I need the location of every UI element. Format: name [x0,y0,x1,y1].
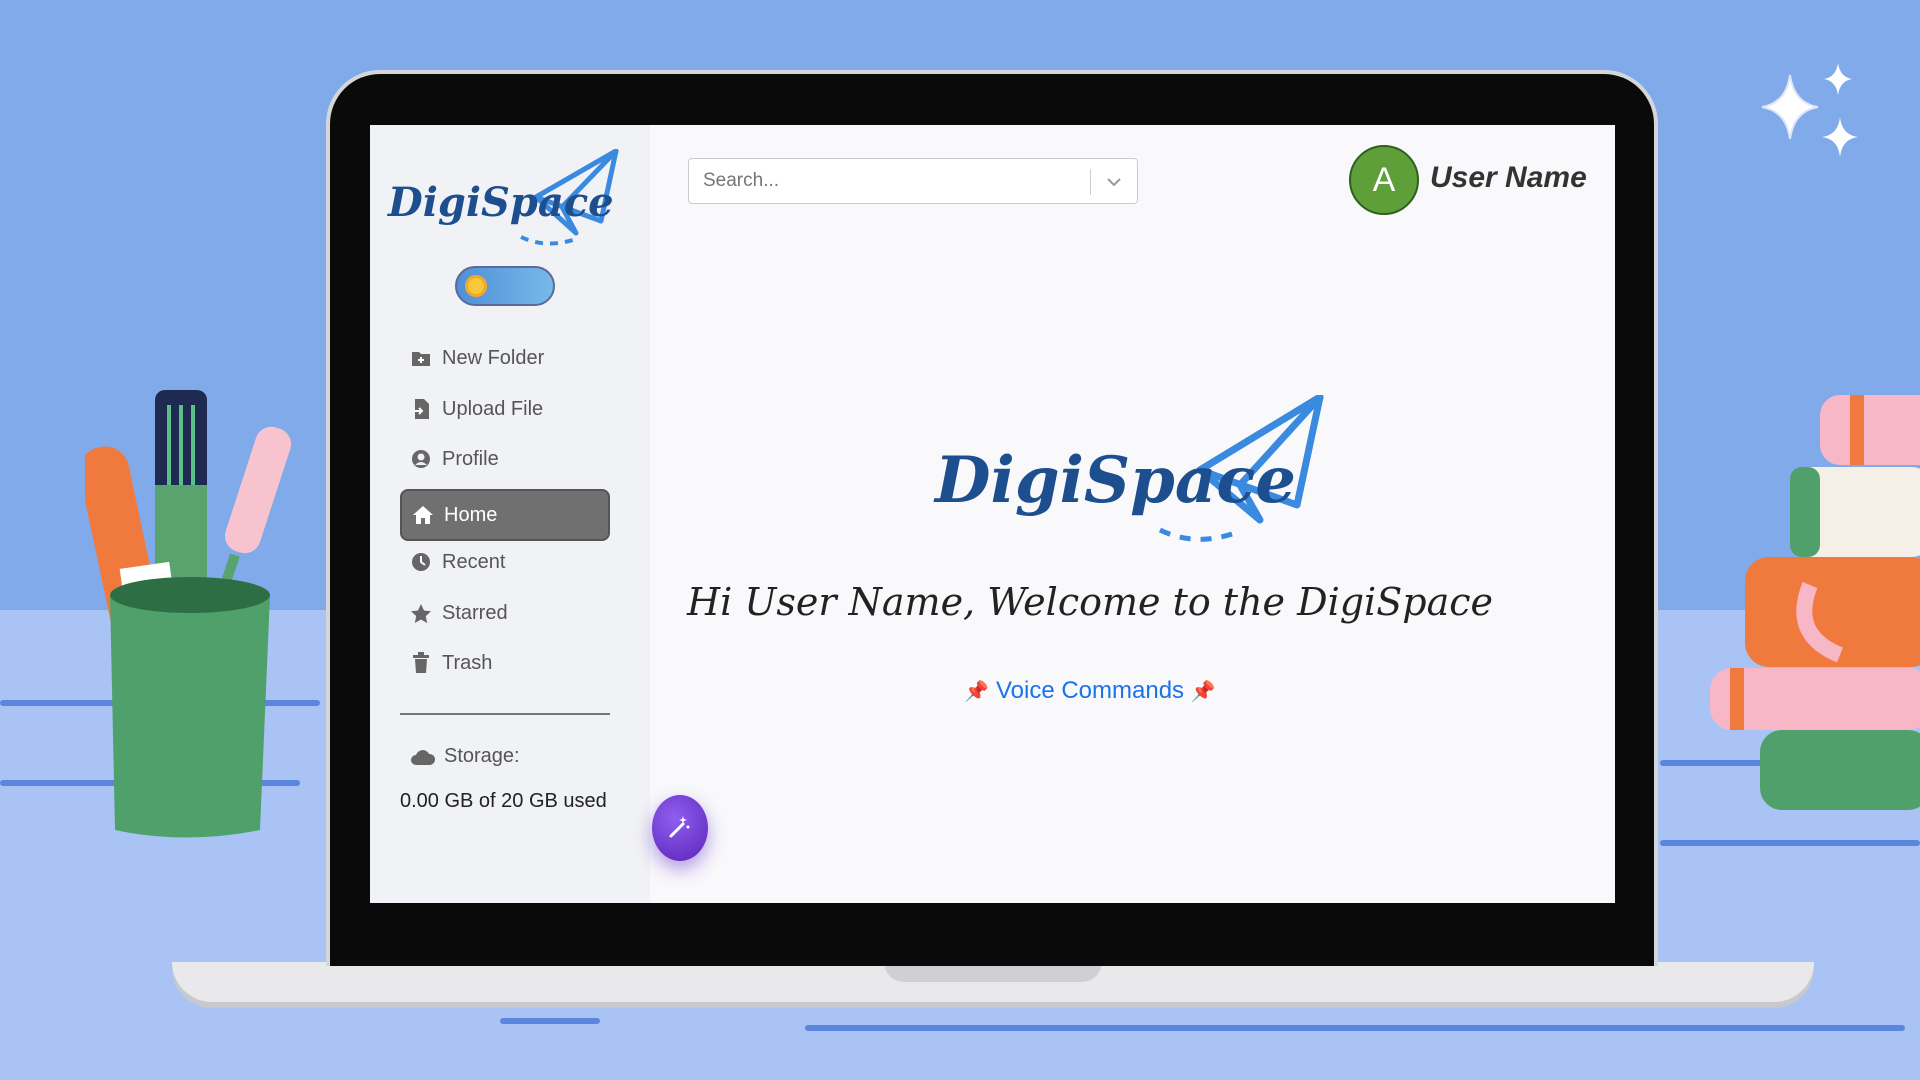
logo-text: DigiSpace [935,443,1296,518]
sidebar-item-label: Starred [442,601,508,624]
user-circle-icon [410,448,432,470]
sidebar-item-label: New Folder [442,346,545,369]
home-icon [412,504,434,526]
folder-plus-icon [410,347,432,369]
sidebar-item-upload-file[interactable]: Upload File [400,387,610,431]
sidebar-item-new-folder[interactable]: New Folder [400,336,610,380]
sidebar-item-home[interactable]: Home [400,489,610,541]
sidebar-item-label: Home [444,503,498,526]
desk-stroke [500,1018,600,1024]
file-upload-icon [410,398,432,420]
sidebar-item-label: Upload File [442,397,544,420]
magic-wand-button[interactable] [652,795,708,861]
trash-icon [410,652,432,674]
pushpin-icon: 📌 [1190,681,1216,703]
logo-text: DigiSpace [388,179,614,226]
sidebar-item-label: Profile [442,447,499,470]
app-screen: DigiSpace New Folder Upload File Profile [370,125,1615,903]
sidebar-item-label: Recent [442,550,506,573]
pushpin-icon: 📌 [964,681,990,703]
chevron-down-icon[interactable] [1103,171,1125,193]
clock-icon [410,551,432,573]
sparkles-decoration [1761,63,1858,157]
sidebar-item-starred[interactable]: Starred [400,591,610,635]
star-icon [410,602,432,624]
sun-icon [465,275,487,297]
pen-cup-illustration [85,390,292,838]
welcome-message: Hi User Name, Welcome to the DigiSpace [687,580,1493,624]
storage-label: Storage: [410,745,520,768]
magic-wand-icon [669,816,690,838]
cloud-icon [410,748,436,766]
sidebar-item-recent[interactable]: Recent [400,540,610,584]
search-box[interactable] [688,158,1138,204]
voice-commands-link[interactable]: 📌 Voice Commands 📌 [750,677,1430,705]
theme-toggle[interactable] [455,266,555,306]
search-separator [1089,169,1091,195]
avatar[interactable]: A [1349,145,1419,215]
sidebar-divider [400,713,610,715]
sidebar-item-profile[interactable]: Profile [400,437,610,481]
storage-label-text: Storage: [444,745,520,767]
sidebar-logo[interactable]: DigiSpace [386,148,626,254]
user-name[interactable]: User Name [1430,161,1587,195]
sidebar-item-label: Trash [442,651,493,674]
main-logo: DigiSpace [935,393,1355,560]
voice-commands-label[interactable]: Voice Commands [996,677,1184,704]
storage-usage: 0.00 GB of 20 GB used [400,790,607,812]
books-illustration [1710,395,1920,810]
sidebar-item-trash[interactable]: Trash [400,641,610,685]
desk-stroke [805,1025,1905,1031]
search-input[interactable] [701,169,1085,193]
desk-stroke [1660,840,1920,846]
sidebar: DigiSpace New Folder Upload File Profile [370,125,650,903]
